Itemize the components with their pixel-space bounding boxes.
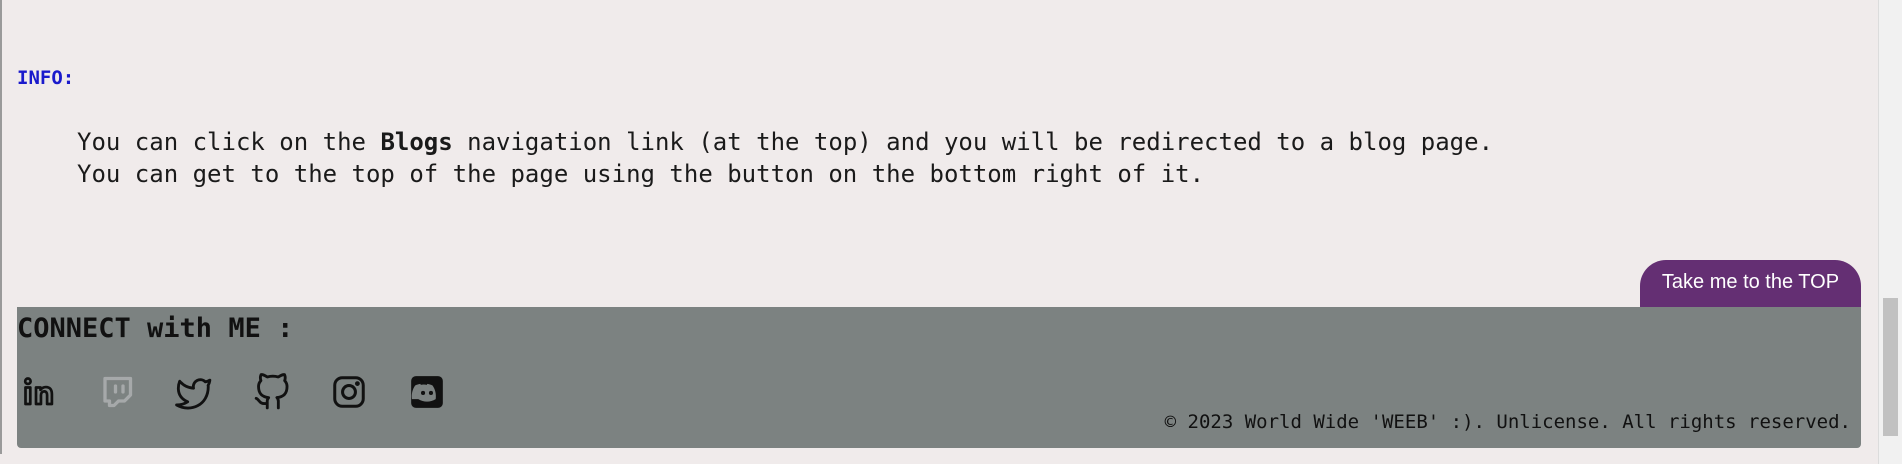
info-label: INFO:: [17, 67, 75, 89]
info-line-2: You can get to the top of the page using…: [77, 160, 1205, 188]
twitch-link[interactable]: [97, 372, 137, 412]
page-bottom-edge: [0, 454, 1878, 464]
scroll-to-top-button[interactable]: Take me to the TOP: [1640, 260, 1861, 314]
vertical-scrollbar[interactable]: [1878, 0, 1902, 464]
blogs-keyword: Blogs: [380, 128, 453, 156]
discord-icon: [408, 373, 446, 411]
footer-title: CONNECT with ME :: [17, 313, 294, 344]
instagram-icon: [331, 374, 367, 410]
instagram-link[interactable]: [329, 372, 369, 412]
twitch-icon: [99, 374, 135, 410]
info-line-1: You can click on the Blogs navigation li…: [77, 128, 1494, 156]
footer: CONNECT with ME : © 2023 World Wide 'WEE…: [17, 307, 1861, 448]
twitter-link[interactable]: [174, 372, 214, 412]
twitter-icon: [175, 373, 213, 411]
copyright-text: © 2023 World Wide 'WEEB' :). Unlicense. …: [1164, 411, 1851, 433]
info-text: You can click on the Blogs navigation li…: [77, 126, 1493, 190]
scrollbar-thumb[interactable]: [1883, 298, 1898, 436]
discord-link[interactable]: [407, 372, 447, 412]
github-link[interactable]: [252, 372, 292, 412]
linkedin-link[interactable]: [19, 372, 59, 412]
github-icon: [253, 373, 291, 411]
linkedin-icon: [21, 374, 57, 410]
window-border: [0, 0, 2, 464]
